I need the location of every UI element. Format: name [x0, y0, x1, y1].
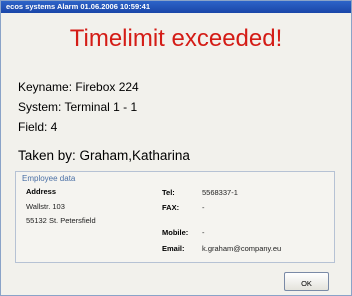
employee-data-panel: Employee data Address Wallstr. 103 55132…	[15, 171, 335, 263]
fax-label: FAX:	[162, 203, 180, 212]
fax-value: -	[202, 203, 205, 212]
address-label: Address	[26, 187, 57, 196]
alarm-heading: Timelimit exceeded!	[69, 25, 283, 52]
tel-label: Tel:	[162, 188, 175, 197]
email-label: Email:	[162, 244, 185, 253]
address-line1: Wallstr. 103	[26, 202, 65, 211]
system-text: System: Terminal 1 - 1	[18, 100, 138, 114]
address-line2: 55132 St. Petersfield	[26, 216, 96, 225]
window-title: ecos systems Alarm 01.06.2006 10:59:41	[6, 2, 150, 11]
mobile-label: Mobile:	[162, 228, 189, 237]
ok-button[interactable]: OK	[284, 272, 329, 291]
field-text: Field: 4	[18, 120, 58, 134]
title-bar[interactable]: ecos systems Alarm 01.06.2006 10:59:41	[1, 1, 351, 13]
keyname-text: Keyname: Firebox 224	[18, 80, 139, 94]
email-value: k.graham@company.eu	[202, 244, 282, 253]
employee-data-legend: Employee data	[22, 174, 76, 183]
tel-value: 5568337-1	[202, 188, 238, 197]
taken-by-text: Taken by: Graham,Katharina	[18, 148, 190, 163]
alarm-window: ecos systems Alarm 01.06.2006 10:59:41 T…	[0, 0, 352, 296]
mobile-value: -	[202, 228, 205, 237]
